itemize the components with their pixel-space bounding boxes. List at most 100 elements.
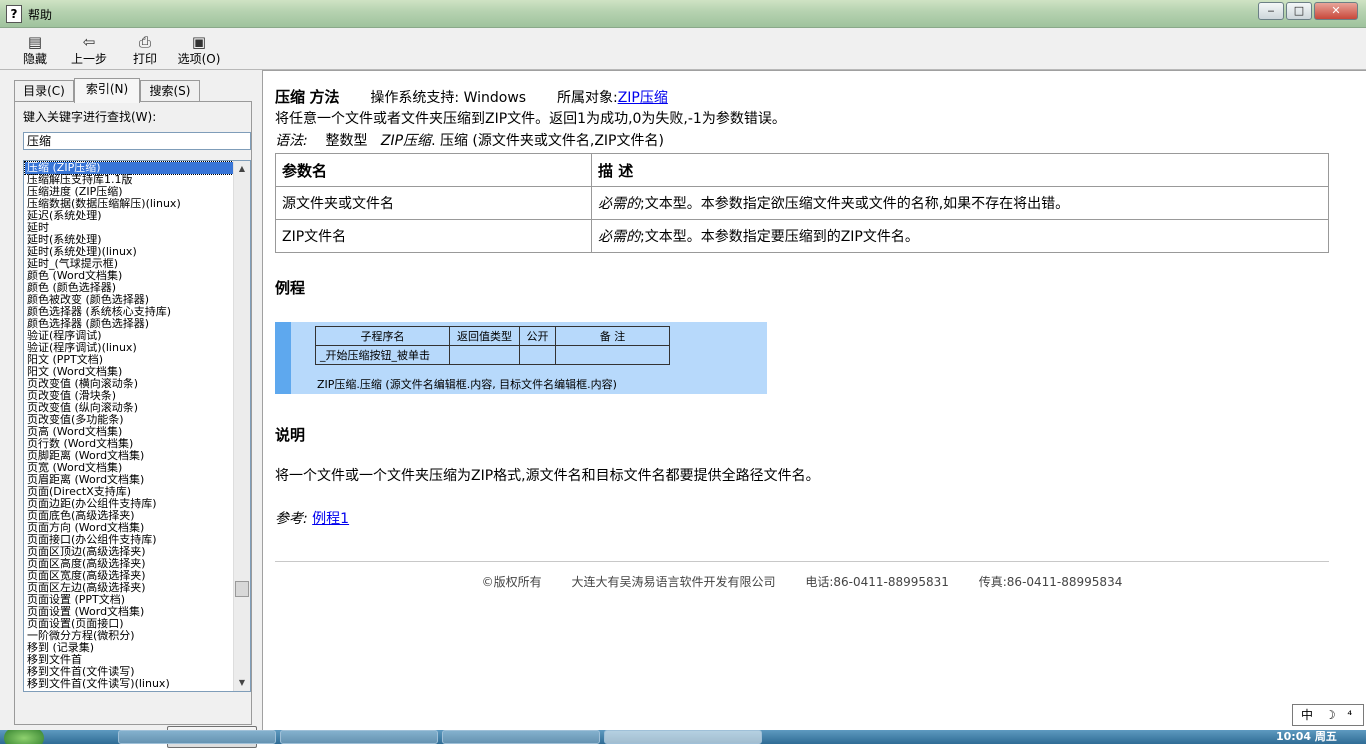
navigation-pane: 目录(C) 索引(N) 搜索(S) 键入关键字进行查找(W): 压缩 压缩 (Z… (8, 72, 257, 748)
list-item[interactable]: 压缩 (ZIP压缩) (24, 161, 234, 175)
list-item[interactable]: 页面区高度(高级选择夹) (25, 558, 233, 570)
list-item[interactable]: 页改变值 (纵向滚动条) (25, 402, 233, 414)
maximize-button[interactable]: □ (1286, 2, 1312, 20)
taskbar-item[interactable] (118, 730, 276, 744)
topic-content: 压缩 方法 操作系统支持: Windows 所属对象:ZIP压缩 将任意一个文件… (262, 70, 1366, 730)
list-item[interactable]: 页面设置 (Word文档集) (25, 606, 233, 618)
list-item[interactable]: 页面设置 (PPT文档) (25, 594, 233, 606)
syntax-object: ZIP压缩 (380, 133, 432, 149)
params-header-row: 参数名 描 述 (275, 153, 1329, 187)
list-item[interactable]: 移到文件首 (25, 654, 233, 666)
list-item[interactable]: 页改变值(多功能条) (25, 414, 233, 426)
print-button[interactable]: ⎙ 打印 (122, 31, 168, 69)
taskbar-item[interactable] (280, 730, 438, 744)
param-required: 必需的 (598, 229, 640, 245)
example-image: 子程序名 返回值类型 公开 备 注 _开始压缩按钮_被单击 ZIP压缩.压缩 (… (275, 322, 767, 394)
title-bar[interactable]: ? 帮助 ‒ □ ✕ (0, 0, 1366, 28)
list-item[interactable]: 压缩解压支持库1.1版 (25, 174, 233, 186)
os-value: Windows (463, 90, 527, 106)
list-item[interactable]: 页行数 (Word文档集) (25, 438, 233, 450)
index-list-scrollbar[interactable]: ▲ ▼ (233, 161, 250, 691)
list-item[interactable]: 页面底色(高级选择夹) (25, 510, 233, 522)
hide-button[interactable]: ▤ 隐藏 (12, 31, 58, 69)
list-item[interactable]: 颜色 (颜色选择器) (25, 282, 233, 294)
scroll-down-icon[interactable]: ▼ (234, 675, 250, 691)
printer-icon: ⎙ (138, 33, 151, 51)
options-button[interactable]: ▣ 选项(O) (176, 31, 222, 69)
ime-toolbar[interactable]: 中 ☽ ⁴ (1292, 704, 1364, 726)
list-item[interactable]: 一阶微分方程(微积分) (25, 630, 233, 642)
example-code: ZIP压缩.压缩 (源文件名编辑框.内容, 目标文件名编辑框.内容) (317, 378, 617, 391)
back-arrow-icon: ⇦ (82, 33, 96, 51)
note-heading: 说明 (275, 426, 306, 444)
taskbar-item[interactable] (442, 730, 600, 744)
list-item[interactable]: 页宽 (Word文档集) (25, 462, 233, 474)
list-item[interactable]: 页面区顶边(高级选择夹) (25, 546, 233, 558)
window-title: 帮助 (28, 8, 53, 22)
table-row: 源文件夹或文件名 必需的;文本型。本参数指定欲压缩文件夹或文件的名称,如果不存在… (275, 186, 1329, 220)
list-item[interactable]: 页改变值 (横向滚动条) (25, 378, 233, 390)
list-item[interactable]: 验证(程序调试)(linux) (25, 342, 233, 354)
list-item[interactable]: 页眉距离 (Word文档集) (25, 474, 233, 486)
list-item[interactable]: 延时(系统处理) (25, 234, 233, 246)
tab-index[interactable]: 索引(N) (74, 78, 140, 103)
list-item[interactable]: 页改变值 (滑块条) (25, 390, 233, 402)
hide-label: 隐藏 (22, 52, 47, 66)
index-list-items: 压缩 (ZIP压缩) 压缩解压支持库1.1版 压缩进度 (ZIP压缩) 压缩数据(数据… (24, 161, 234, 690)
table-row: ZIP文件名 必需的;文本型。本参数指定要压缩到的ZIP文件名。 (275, 219, 1329, 253)
syntax-line: 语法: 整数型 ZIP压缩. 压缩 (源文件夹或文件名,ZIP文件名) (275, 130, 664, 150)
example-return (449, 345, 520, 365)
list-item[interactable]: 页面接口(办公组件支持库) (25, 534, 233, 546)
topic-description: 将任意一个文件或者文件夹压缩到ZIP文件。返回1为成功,0为失败,-1为参数错误… (275, 111, 786, 127)
back-button[interactable]: ⇦ 上一步 (66, 31, 112, 69)
list-item[interactable]: 延时 (25, 222, 233, 234)
minimize-button[interactable]: ‒ (1258, 2, 1284, 20)
owner-link[interactable]: ZIP压缩 (618, 90, 668, 106)
list-item[interactable]: 颜色选择器 (系统核心支持库) (25, 306, 233, 318)
os-label: 操作系统支持: (370, 90, 460, 106)
list-item[interactable]: 阳文 (Word文档集) (25, 366, 233, 378)
list-item[interactable]: 移到文件首(文件读写) (25, 666, 233, 678)
list-item[interactable]: 页高 (Word文档集) (25, 426, 233, 438)
list-item[interactable]: 颜色选择器 (颜色选择器) (25, 318, 233, 330)
example-public (519, 345, 556, 365)
tab-search[interactable]: 搜索(S) (140, 80, 200, 102)
example-col-sub: 子程序名 (315, 326, 450, 346)
list-item[interactable]: 延时(系统处理)(linux) (25, 246, 233, 258)
ref-link[interactable]: 例程1 (312, 511, 349, 527)
footer-copyright: ©版权所有 (481, 575, 542, 589)
param-desc-text: ;文本型。本参数指定要压缩到的ZIP文件名。 (640, 229, 919, 245)
list-item[interactable]: 页面区宽度(高级选择夹) (25, 570, 233, 582)
list-item[interactable]: 延迟(系统处理) (25, 210, 233, 222)
ref-label: 参考: (275, 511, 308, 527)
list-item[interactable]: 页面边距(办公组件支持库) (25, 498, 233, 510)
index-list[interactable]: 压缩 (ZIP压缩) 压缩解压支持库1.1版 压缩进度 (ZIP压缩) 压缩数据(数据… (23, 160, 251, 692)
syntax-label: 语法: (275, 133, 308, 149)
keyword-input[interactable]: 压缩 (23, 132, 251, 150)
list-item[interactable]: 页面区左边(高级选择夹) (25, 582, 233, 594)
list-item[interactable]: 移到文件首(文件读写)(linux) (25, 678, 233, 690)
list-item[interactable]: 延时_(气球提示框) (25, 258, 233, 270)
list-item[interactable]: 页面设置(页面接口) (25, 618, 233, 630)
list-item[interactable]: 颜色 (Word文档集) (25, 270, 233, 282)
list-item[interactable]: 压缩进度 (ZIP压缩) (25, 186, 233, 198)
scroll-thumb[interactable] (235, 581, 249, 597)
list-item[interactable]: 颜色被改变 (颜色选择器) (25, 294, 233, 306)
close-button[interactable]: ✕ (1314, 2, 1358, 20)
list-item[interactable]: 页面方向 (Word文档集) (25, 522, 233, 534)
back-label: 上一步 (70, 52, 107, 66)
scroll-up-icon[interactable]: ▲ (234, 161, 250, 177)
list-item[interactable]: 页脚距离 (Word文档集) (25, 450, 233, 462)
param-desc: 必需的;文本型。本参数指定要压缩到的ZIP文件名。 (591, 219, 1329, 253)
index-panel: 键入关键字进行查找(W): 压缩 压缩 (ZIP压缩) 压缩解压支持库1.1版 压缩… (14, 101, 257, 748)
list-item[interactable]: 页面(DirectX支持库) (25, 486, 233, 498)
start-button[interactable] (4, 730, 44, 744)
list-item[interactable]: 压缩数据(数据压缩解压)(linux) (25, 198, 233, 210)
example-table: 子程序名 返回值类型 公开 备 注 _开始压缩按钮_被单击 (315, 326, 670, 365)
list-item[interactable]: 阳文 (PPT文档) (25, 354, 233, 366)
taskbar-item-active[interactable] (604, 730, 762, 744)
list-item[interactable]: 验证(程序调试) (25, 330, 233, 342)
example-col-return: 返回值类型 (449, 326, 520, 346)
tab-contents[interactable]: 目录(C) (14, 80, 74, 102)
list-item[interactable]: 移到 (记录集) (25, 642, 233, 654)
